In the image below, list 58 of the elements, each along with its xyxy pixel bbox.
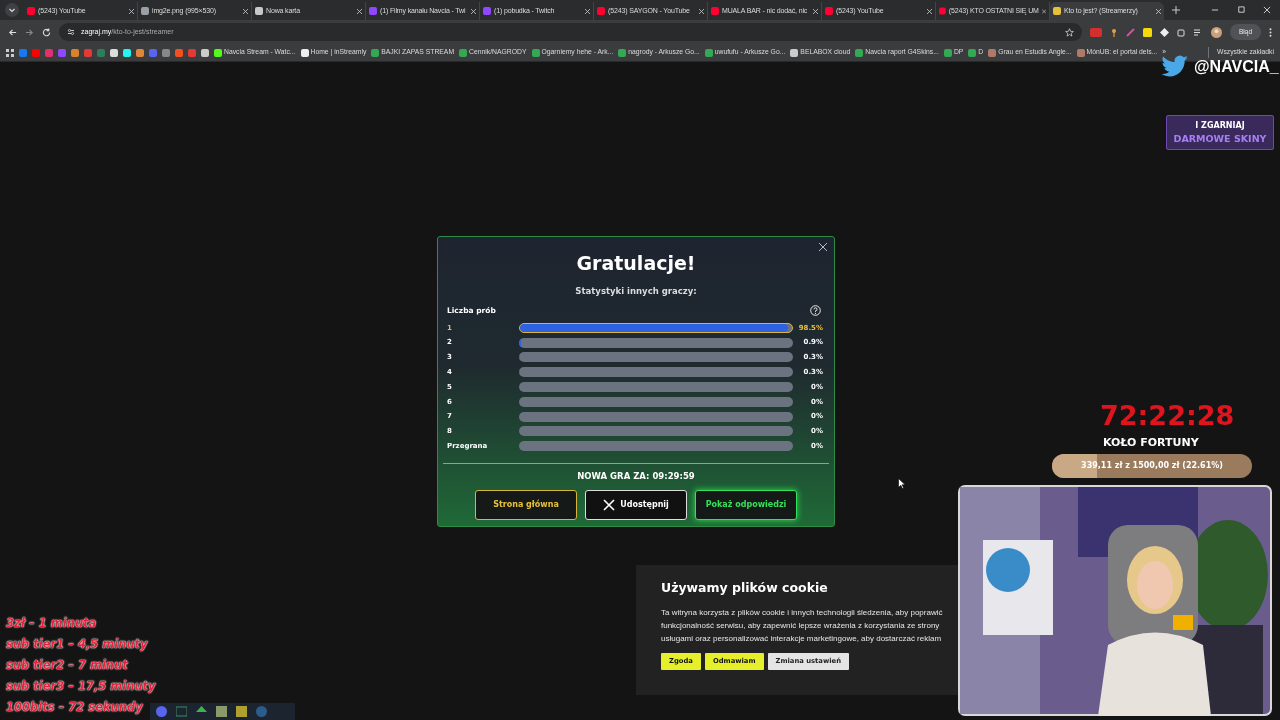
app-icon[interactable]	[156, 706, 167, 717]
wheel-title: KOŁO FORTUNY	[1103, 435, 1199, 451]
close-icon[interactable]	[585, 8, 590, 14]
share-button[interactable]: Udostępnij	[585, 490, 687, 521]
reload-icon[interactable]	[42, 27, 51, 37]
menu-icon[interactable]	[1269, 27, 1272, 37]
close-icon[interactable]	[129, 8, 134, 14]
show-answers-button[interactable]: Pokaż odpowiedzi	[695, 490, 797, 521]
star-icon[interactable]	[1065, 27, 1074, 37]
promo-text: I ZGARNIAJ	[1194, 120, 1246, 132]
close-icon[interactable]	[471, 8, 476, 14]
countdown-timer: 72:22:28	[1100, 399, 1235, 433]
bookmark-icon[interactable]	[110, 48, 118, 57]
rate-text: 3zł – 1 minuta	[6, 615, 98, 632]
media-icon[interactable]	[1194, 27, 1203, 37]
site-settings-icon	[67, 28, 75, 36]
close-icon[interactable]	[1156, 8, 1161, 14]
cursor-icon	[898, 478, 906, 489]
close-icon[interactable]	[813, 8, 818, 14]
forward-icon[interactable]	[25, 27, 34, 37]
bookmark-icon[interactable]	[123, 48, 131, 57]
rate-text: sub tier1 – 4,5 minuty	[6, 636, 149, 653]
key-icon[interactable]	[1110, 27, 1118, 37]
tab-list-icon[interactable]	[5, 3, 19, 17]
avatar-icon[interactable]	[1211, 26, 1222, 38]
close-icon[interactable]	[927, 8, 932, 14]
channel-handle: @NAVCIA_	[1194, 57, 1279, 77]
close-icon[interactable]	[357, 8, 362, 14]
brush-icon[interactable]	[1126, 27, 1135, 37]
bookmark-icon[interactable]	[71, 48, 79, 57]
rate-text: 100bits – 72 sekundy	[6, 699, 144, 716]
close-icon[interactable]	[1041, 8, 1046, 14]
rate-text: sub tier3 – 17,5 minuty	[6, 678, 156, 695]
dialog-subtitle: Statystyki innych graczy:	[574, 284, 698, 298]
new-tab-icon[interactable]	[1172, 6, 1180, 14]
donation-progress-text: 339,11 zł z 1500,00 zł (22.61%)	[1080, 460, 1224, 472]
diamond-icon[interactable]	[1160, 27, 1169, 37]
x-logo-icon	[603, 499, 616, 512]
home-button[interactable]: Strona główna	[475, 490, 577, 521]
dialog-title: Gratulacje!	[575, 251, 697, 276]
extension-icon[interactable]	[1143, 27, 1152, 37]
apps-icon[interactable]	[6, 48, 14, 57]
bookmark-icon[interactable]	[201, 48, 209, 57]
rate-text: sub tier2 – 7 minut	[6, 657, 129, 674]
bookmark-icon[interactable]	[136, 48, 144, 57]
maximize-icon[interactable]	[1237, 6, 1245, 14]
back-icon[interactable]	[8, 27, 17, 37]
close-icon[interactable]	[819, 243, 827, 251]
cookie-text: Ta witryna korzysta z plików cookie i innych technologii śledzenia, aby poprawić funkcjonalność serwisu, aby zapewnić lepsze wrażenia z korzystania ze strony usługami oraz personalizować interakcje marketingowe, aby dostarczać reklam	[661, 606, 944, 645]
cookie-title: Używamy plików cookie	[661, 579, 829, 597]
help-icon[interactable]	[810, 305, 821, 317]
app-icon[interactable]	[176, 706, 187, 717]
close-icon[interactable]	[243, 8, 248, 14]
promo-headline: DARMOWE SKINY	[1172, 132, 1268, 146]
close-icon[interactable]	[699, 8, 704, 14]
countdown-text: NOWA GRA ZA: 09:29:59	[576, 469, 696, 483]
minimize-icon[interactable]	[1211, 6, 1219, 14]
close-icon[interactable]	[1263, 6, 1271, 14]
